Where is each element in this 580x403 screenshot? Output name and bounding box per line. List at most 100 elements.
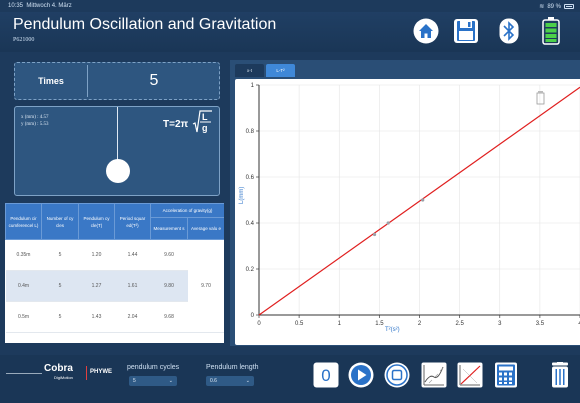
y-axis-label: L(mm) [239,187,245,204]
brand-divider [86,366,87,380]
cell-measurement: 9.80 [150,270,188,302]
l-t2-chart: 00.511.522.533.5400.20.40.60.81 L(mm) T²… [239,83,580,333]
y-tick-label: 0.2 [246,267,255,273]
battery-icon [536,16,566,46]
graph-tabs: x-t L-T² [235,64,297,77]
brand-digimotion: DigiMotion [54,375,73,380]
x-tick-label: 1.5 [375,321,384,327]
brand-phywe: PHYWE [90,369,113,375]
status-right: ≋ 89 % [539,3,574,10]
x-tick-label: 2 [418,321,422,327]
formula-num: L [202,112,208,122]
y-tick-label: 1 [251,83,255,89]
times-label: Times [38,76,64,86]
header-period-squared: Period squar ed(T²) [114,203,151,240]
x-axis-label: T²(s²) [385,327,400,333]
data-point [372,232,377,237]
page-title: Pendulum Oscillation and Gravitation [13,16,277,33]
cell-length: 0.4m [5,270,42,302]
cell-period: 1.43 [78,301,115,333]
y-tick-label: 0.4 [246,221,255,227]
x-tick-label: 3 [498,321,502,327]
cell-length: 0.5m [5,301,42,333]
length-label: Pendulum length [206,364,259,371]
formula-prefix: T=2π [163,119,189,130]
plot-area[interactable]: 00.511.522.533.5400.20.40.60.81 L(mm) T²… [235,79,580,345]
x-tick-label: 0.5 [295,321,304,327]
x-tick-label: 1 [338,321,342,327]
zoom-handle-cap [538,91,543,93]
y-readout: y (mm) : 5.53 [21,122,49,127]
x-tick-label: 2.5 [455,321,464,327]
trash-icon[interactable] [547,362,573,388]
status-bar: 10:35 Mittwoch 4. März ≋ 89 % [0,0,580,12]
tab-x-t[interactable]: x-t [235,64,264,77]
x-tick-label: 3.5 [536,321,545,327]
formula-den: g [202,123,208,133]
curve-chart-icon[interactable] [421,362,447,388]
zero-label: 0 [321,366,330,385]
cell-cycles: 5 [41,270,79,302]
page-subtitle: P621000 [13,37,35,43]
times-divider [87,65,88,97]
pendulum-bob[interactable] [106,159,130,183]
status-time: 10:35 [8,3,24,9]
linear-fit-icon[interactable] [457,362,483,388]
bottom-toolbar: Cobra DigiMotion PHYWE pendulum cycles 5… [0,355,580,403]
chart-axes: 00.511.522.533.5400.20.40.60.81 [246,83,580,327]
times-value: 5 [149,72,159,89]
cell-period: 1.20 [78,239,115,271]
times-panel: Times 5 [14,62,220,100]
status-battery-text: 89 % [547,3,561,10]
play-button[interactable] [348,362,374,388]
cell-squared: 1.61 [114,270,151,302]
save-icon[interactable] [451,16,481,46]
header-length: Pendulum cir cumferencel L) [5,203,42,240]
cell-average: 9.70 [187,239,224,333]
chevron-down-icon: ⌄ [168,378,173,384]
x-tick-label: 0 [257,321,261,327]
table-row[interactable]: 0.35m 5 1.20 1.44 9.60 9.70 [5,239,224,333]
cell-squared: 1.44 [114,239,151,271]
status-date: Mittwoch 4. März [26,3,72,9]
header-measurements: Measurement s [150,217,188,240]
data-point [421,198,425,202]
brand-logo: Cobra DigiMotion PHYWE [6,363,122,385]
cell-period: 1.27 [78,270,115,302]
zoom-handle[interactable] [536,92,545,105]
cycles-label: pendulum cycles [127,364,180,371]
y-tick-label: 0.8 [246,129,255,135]
cell-length: 0.35m [5,239,42,271]
header-average: Average valu e [187,217,224,240]
cell-measurement: 9.68 [150,301,188,333]
wifi-icon: ≋ [539,4,545,10]
app-header: Pendulum Oscillation and Gravitation P62… [0,12,580,52]
calculator-icon[interactable] [493,362,519,388]
zero-button[interactable]: 0 [313,362,339,388]
pendulum-view: x (mm) : 4.57 y (mm) : 5.53 T=2π L g [14,106,220,196]
header-period: Pendulum cy cle(T) [78,203,115,240]
graph-panel: x-t L-T² 00.511.522.533.5400.20.40.60.81… [230,60,580,346]
length-value: 0.6 [210,378,217,384]
chevron-down-icon: ⌄ [245,378,250,384]
home-icon[interactable] [411,16,441,46]
period-formula: T=2π L g [163,109,213,140]
brand-cobra: Cobra [44,363,73,374]
cell-cycles: 5 [41,239,79,271]
header-cycles: Number of cy cles [41,203,79,240]
y-tick-label: 0 [251,313,255,319]
data-point [386,221,390,225]
measurement-table: Pendulum cir cumferencel L) Number of cy… [5,203,224,343]
pendulum-string [117,107,118,161]
x-readout: x (mm) : 4.57 [21,115,49,120]
stop-button[interactable] [384,362,410,388]
cell-cycles: 5 [41,301,79,333]
tab-l-t2[interactable]: L-T² [266,64,295,77]
y-tick-label: 0.6 [246,175,255,181]
cell-measurement: 9.60 [150,239,188,271]
header-gravity-group: Acceleration of gravity(g) [150,203,224,218]
bluetooth-icon[interactable] [494,16,524,46]
length-select[interactable]: 0.6 ⌄ [206,376,254,386]
cycles-select[interactable]: 5 ⌄ [129,376,177,386]
status-battery-icon [564,4,574,9]
